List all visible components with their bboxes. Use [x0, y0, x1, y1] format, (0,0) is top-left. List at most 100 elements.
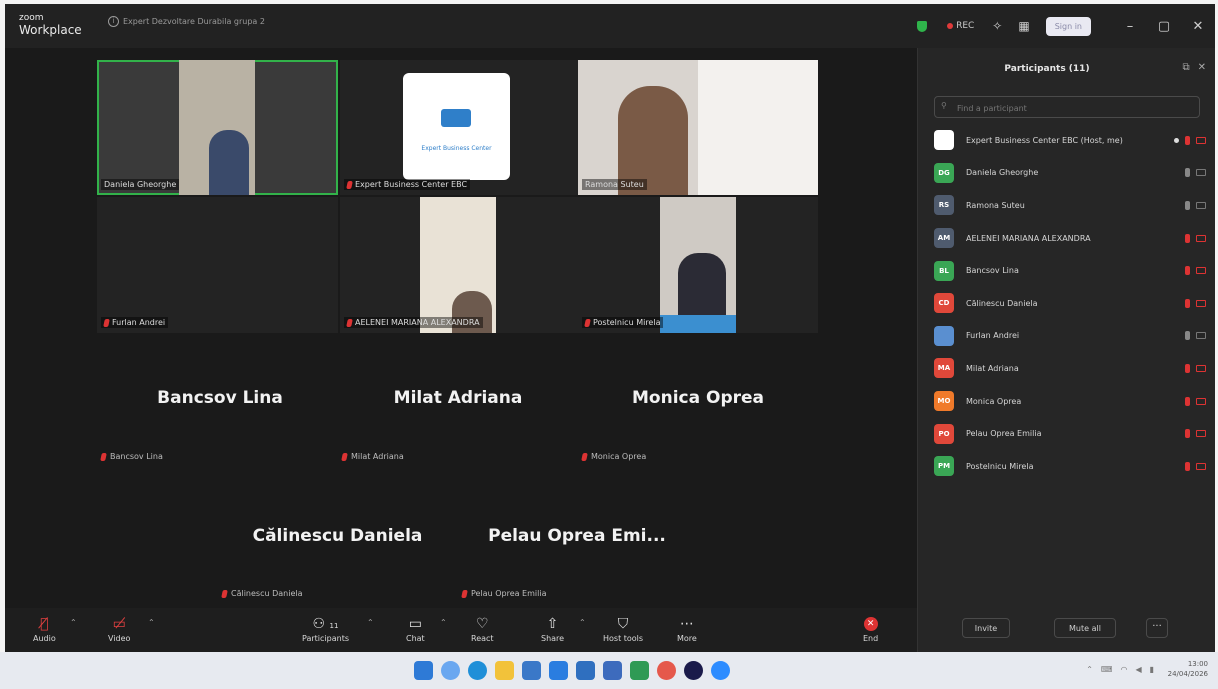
mic-muted-icon[interactable]	[1185, 396, 1190, 406]
video-camera-icon[interactable]	[1196, 462, 1206, 470]
audio-options-chevron-icon[interactable]: ⌃	[70, 618, 77, 627]
store-icon[interactable]	[522, 661, 541, 680]
video-camera-icon[interactable]	[1196, 364, 1206, 372]
mic-muted-icon[interactable]	[1185, 363, 1190, 373]
more-button[interactable]: ⋯ More	[677, 614, 697, 643]
participant-name: Postelnicu Mirela	[966, 461, 1034, 471]
react-button[interactable]: ♡ React	[471, 614, 494, 643]
video-camera-icon[interactable]	[1196, 299, 1206, 307]
widgets-icon[interactable]	[441, 661, 460, 680]
participant-row[interactable]: PO Pelau Oprea Emilia	[934, 417, 1206, 450]
word-icon[interactable]	[576, 661, 595, 680]
start-icon[interactable]	[414, 661, 433, 680]
apps-sparkle-icon[interactable]: ✧	[992, 19, 1002, 33]
mic-muted-icon[interactable]	[1185, 298, 1190, 308]
participant-row[interactable]: CD Călinescu Daniela	[934, 287, 1206, 320]
minimize-button[interactable]: –	[1113, 19, 1147, 34]
recording-indicator[interactable]: REC	[947, 21, 974, 31]
participant-row[interactable]: Expert Business Center EBC (Host, me)	[934, 124, 1206, 157]
mic-muted-icon[interactable]	[1185, 429, 1190, 439]
video-camera-icon[interactable]	[1196, 397, 1206, 405]
video-camera-icon[interactable]	[1196, 332, 1206, 340]
mic-muted-icon[interactable]	[1185, 266, 1190, 276]
view-grid-icon[interactable]: ▦	[1018, 19, 1029, 33]
share-options-chevron-icon[interactable]: ⌃	[579, 618, 586, 627]
share-button[interactable]: ⇧ Share	[541, 614, 564, 643]
mic-icon[interactable]	[1185, 168, 1190, 178]
language-icon[interactable]: ⌨	[1101, 665, 1113, 674]
participants-options-chevron-icon[interactable]: ⌃	[367, 618, 374, 627]
battery-icon[interactable]: ▮	[1150, 665, 1154, 674]
outlook-icon[interactable]	[549, 661, 568, 680]
video-tile[interactable]: Expert Business Center Expert Business C…	[340, 60, 580, 195]
participant-name: Furlan Andrei	[966, 331, 1020, 341]
close-panel-icon[interactable]: ✕	[1198, 62, 1206, 73]
video-tile[interactable]: Postelnicu Mirela	[578, 197, 818, 333]
security-shield-icon[interactable]	[917, 20, 928, 32]
mic-muted-icon[interactable]	[1185, 135, 1190, 145]
participant-name-label: Milat Adriana	[341, 452, 404, 461]
participant-row[interactable]: MO Monica Oprea	[934, 385, 1206, 418]
copilot-icon[interactable]	[657, 661, 676, 680]
video-camera-icon[interactable]	[1196, 201, 1206, 209]
title-bar-controls: REC ✧ ▦ Sign in – ▢ ✕	[917, 4, 1215, 48]
audio-button[interactable]: 🎙̸ Audio	[33, 614, 56, 643]
file-explorer-icon[interactable]	[495, 661, 514, 680]
mic-muted-icon[interactable]	[1185, 461, 1190, 471]
meeting-info[interactable]: i Expert Dezvoltare Durabila grupa 2	[108, 16, 265, 27]
participant-row[interactable]: RS Ramona Suteu	[934, 189, 1206, 222]
mic-muted-icon	[100, 452, 107, 461]
mic-icon[interactable]	[1185, 331, 1190, 341]
mic-icon[interactable]	[1185, 200, 1190, 210]
mic-muted-icon[interactable]	[1185, 233, 1190, 243]
avatar	[934, 130, 954, 151]
participant-search-input[interactable]	[955, 100, 1189, 116]
end-button[interactable]: ✕ End	[863, 614, 878, 643]
teams-icon[interactable]	[603, 661, 622, 680]
invite-button[interactable]: Invite	[962, 618, 1010, 638]
mute-all-button[interactable]: Mute all	[1054, 618, 1116, 638]
wifi-icon[interactable]: ◠	[1120, 665, 1127, 674]
participant-row[interactable]: MA Milat Adriana	[934, 352, 1206, 385]
search-icon: ⚲	[941, 101, 947, 110]
video-camera-icon[interactable]	[1196, 169, 1206, 177]
host-tools-button[interactable]: ⛉ Host tools	[603, 614, 643, 643]
excel-icon[interactable]	[630, 661, 649, 680]
participant-row[interactable]: AM AELENEI MARIANA ALEXANDRA	[934, 222, 1206, 255]
participant-row[interactable]: DG Daniela Gheorghe	[934, 157, 1206, 190]
zoom-taskbar-icon[interactable]	[711, 661, 730, 680]
avatar: PM	[934, 456, 954, 477]
info-icon[interactable]: i	[108, 16, 119, 27]
participant-row[interactable]: BL Bancsov Lina	[934, 254, 1206, 287]
edge-icon[interactable]	[468, 661, 487, 680]
taskbar-clock[interactable]: 13:00 24/04/2026	[1168, 659, 1208, 679]
logo-bottom-text: Workplace	[19, 23, 82, 37]
app-icon[interactable]	[684, 661, 703, 680]
participant-row[interactable]: Furlan Andrei	[934, 320, 1206, 353]
participant-search[interactable]: ⚲	[934, 96, 1200, 118]
video-camera-icon[interactable]	[1196, 234, 1206, 242]
video-camera-icon[interactable]	[1196, 430, 1206, 438]
video-button[interactable]: ▭̸ Video	[108, 614, 130, 643]
system-tray: ⌃ ⌨ ◠ ◀ ▮	[1086, 665, 1154, 674]
participant-row[interactable]: PM Postelnicu Mirela	[934, 450, 1206, 483]
volume-icon[interactable]: ◀	[1135, 665, 1141, 674]
video-tile[interactable]: Furlan Andrei	[97, 197, 338, 333]
video-tile[interactable]: Ramona Suteu	[578, 60, 818, 195]
video-options-chevron-icon[interactable]: ⌃	[148, 618, 155, 627]
pop-out-icon[interactable]: ⧉	[1182, 62, 1189, 73]
close-button[interactable]: ✕	[1181, 19, 1215, 34]
video-camera-icon[interactable]	[1196, 136, 1206, 144]
more-options-button[interactable]: ···	[1146, 618, 1168, 638]
video-camera-icon[interactable]	[1196, 267, 1206, 275]
video-tile[interactable]: Daniela Gheorghe	[97, 60, 338, 195]
participant-status-icons	[1185, 298, 1206, 308]
video-tile[interactable]: AELENEI MARIANA ALEXANDRA	[340, 197, 580, 333]
participant-name: Monica Oprea	[966, 396, 1022, 406]
restore-button[interactable]: ▢	[1147, 19, 1181, 34]
chat-options-chevron-icon[interactable]: ⌃	[440, 618, 447, 627]
sign-in-button[interactable]: Sign in	[1045, 16, 1091, 36]
chat-button[interactable]: ▭ Chat	[406, 614, 425, 643]
chevron-up-icon[interactable]: ⌃	[1086, 665, 1093, 674]
participants-button[interactable]: ⚇ 11 Participants	[302, 614, 349, 643]
